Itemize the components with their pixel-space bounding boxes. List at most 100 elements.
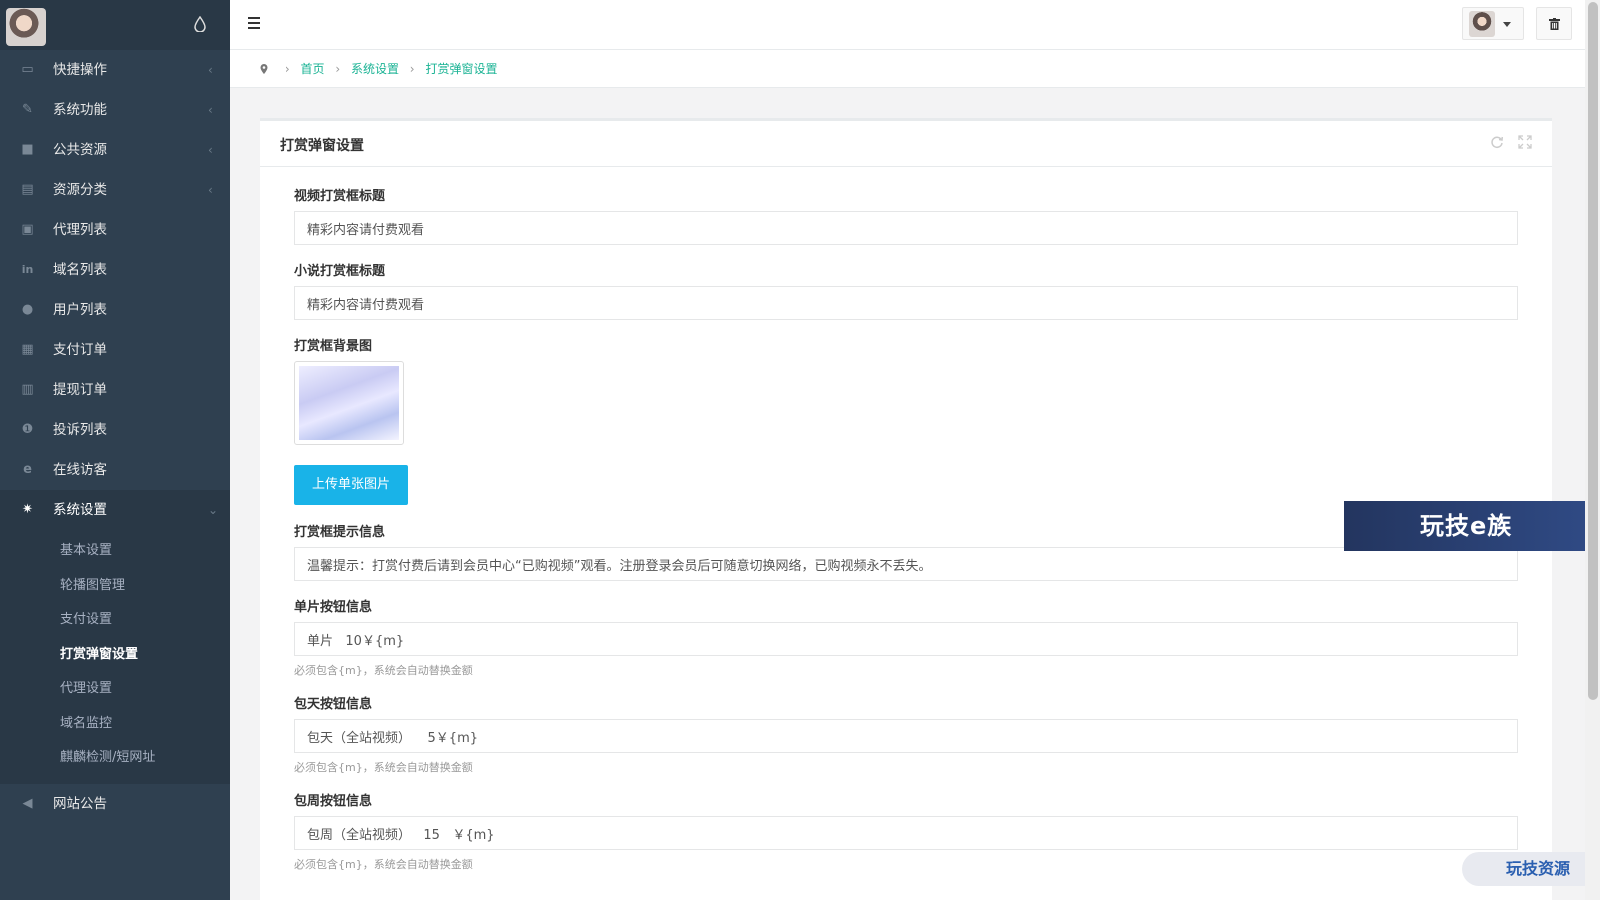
submenu-item-short-url[interactable]: 麒麟检测/短网址	[0, 741, 230, 776]
submenu-item-basic-settings[interactable]: 基本设置	[0, 534, 230, 569]
sidebar-item-resource-categories[interactable]: ▤ 资源分类 ‹	[0, 170, 230, 210]
sidebar-item-system-functions[interactable]: ✎ 系统功能 ‹	[0, 90, 230, 130]
sidebar-nav-bottom: ◀ 网站公告	[0, 784, 230, 824]
form-group-day: 包天按钮信息 必须包含{m}，系统会自动替换金额	[294, 693, 1518, 775]
gift-icon: ▣	[21, 222, 34, 237]
folder-icon: ▭	[21, 62, 34, 77]
submenu-item-agent-settings[interactable]: 代理设置	[0, 672, 230, 707]
breadcrumb-separator: ›	[409, 62, 415, 76]
sidebar-item-label: 提现订单	[53, 382, 107, 398]
bank-icon: ▥	[21, 382, 34, 397]
linkedin-icon: in	[21, 263, 34, 276]
sidebar-item-label: 资源分类	[53, 182, 107, 198]
sidebar-item-label: 支付订单	[53, 342, 107, 358]
breadcrumb-separator: ›	[284, 62, 290, 76]
megaphone-icon: ◀	[22, 795, 33, 811]
page-scrollbar[interactable]	[1585, 0, 1600, 900]
sidebar-item-label: 公共资源	[53, 142, 107, 158]
sidebar: ▭ 快捷操作 ‹ ✎ 系统功能 ‹ ■ 公共资源 ‹ ▤ 资源分类 ‹ ▣ 代理列表 in 域名列表…	[0, 0, 230, 900]
chevron-left-icon: ‹	[208, 183, 213, 197]
breadcrumb-current-link[interactable]: 打赏弹窗设置	[425, 62, 497, 76]
wrench-icon: ✎	[22, 102, 33, 117]
week-button-hint: 必须包含{m}，系统会自动替换金额	[294, 858, 473, 871]
breadcrumb-home-link[interactable]: 首页	[300, 62, 324, 76]
background-image-preview	[299, 366, 399, 440]
chevron-left-icon: ‹	[208, 143, 213, 157]
logo-avatar[interactable]	[6, 8, 46, 46]
chevron-left-icon: ‹	[208, 63, 213, 77]
submenu-item-domain-monitor[interactable]: 域名监控	[0, 707, 230, 742]
sidebar-item-label: 代理列表	[53, 222, 107, 238]
card-header: 打赏弹窗设置	[260, 121, 1552, 167]
sidebar-item-system-settings[interactable]: ✷ 系统设置 ⌄	[0, 490, 230, 530]
submenu-item-reward-popup-settings[interactable]: 打赏弹窗设置	[0, 638, 230, 673]
sidebar-item-label: 用户列表	[53, 302, 107, 318]
list-icon: ▤	[21, 182, 34, 197]
submenu-item-carousel[interactable]: 轮播图管理	[0, 569, 230, 604]
sidebar-item-label: 在线访客	[53, 462, 107, 478]
video-title-label: 视频打赏框标题	[294, 189, 386, 204]
tip-input[interactable]	[294, 547, 1518, 581]
sidebar-item-users[interactable]: ● 用户列表	[0, 290, 230, 330]
user-menu-dropdown[interactable]	[1462, 7, 1524, 40]
caret-down-icon	[1503, 22, 1511, 27]
sidebar-submenu-system-settings: 基本设置 轮播图管理 支付设置 打赏弹窗设置 代理设置 域名监控 麒麟检测/短网…	[0, 530, 230, 784]
clear-cache-button[interactable]	[1536, 7, 1572, 40]
hamburger-menu-icon[interactable]	[248, 17, 260, 29]
sidebar-item-label: 系统设置	[53, 502, 107, 518]
form-group-week: 包周按钮信息 必须包含{m}，系统会自动替换金额	[294, 790, 1518, 872]
watermark-pill: 玩技资源	[1462, 852, 1600, 886]
sidebar-item-domains[interactable]: in 域名列表	[0, 250, 230, 290]
background-image-thumbnail[interactable]	[294, 361, 404, 445]
refresh-icon[interactable]	[1490, 135, 1504, 149]
breadcrumb: › 首页 › 系统设置 › 打赏弹窗设置	[230, 50, 1585, 88]
novel-title-label: 小说打赏框标题	[294, 264, 386, 279]
droplet-icon[interactable]	[194, 16, 206, 32]
alert-icon: ❶	[21, 422, 34, 437]
day-button-label: 包天按钮信息	[294, 697, 373, 712]
sidebar-item-online-visitors[interactable]: e 在线访客	[0, 450, 230, 490]
video-title-input[interactable]	[294, 211, 1518, 245]
user-icon: ●	[21, 302, 34, 317]
form-group-novel-title: 小说打赏框标题	[294, 260, 1518, 320]
sidebar-item-public-resources[interactable]: ■ 公共资源 ‹	[0, 130, 230, 170]
single-button-input[interactable]	[294, 622, 1518, 656]
sidebar-item-label: 域名列表	[53, 262, 107, 278]
day-button-hint: 必须包含{m}，系统会自动替换金额	[294, 761, 473, 774]
form-group-video-title: 视频打赏框标题	[294, 185, 1518, 245]
sidebar-item-payment-orders[interactable]: ▦ 支付订单	[0, 330, 230, 370]
ie-icon: e	[23, 462, 32, 477]
chevron-left-icon: ‹	[208, 103, 213, 117]
sidebar-item-complaints[interactable]: ❶ 投诉列表	[0, 410, 230, 450]
novel-title-input[interactable]	[294, 286, 1518, 320]
breadcrumb-section-link[interactable]: 系统设置	[351, 62, 399, 76]
sidebar-item-label: 快捷操作	[53, 62, 107, 78]
single-button-label: 单片按钮信息	[294, 600, 373, 615]
breadcrumb-separator: ›	[335, 62, 341, 76]
sidebar-item-announcements[interactable]: ◀ 网站公告	[0, 784, 230, 824]
sidebar-item-label: 投诉列表	[53, 422, 107, 438]
sidebar-item-withdraw-orders[interactable]: ▥ 提现订单	[0, 370, 230, 410]
day-button-input[interactable]	[294, 719, 1518, 753]
submenu-item-payment-settings[interactable]: 支付设置	[0, 603, 230, 638]
single-button-hint: 必须包含{m}，系统会自动替换金额	[294, 664, 473, 677]
watermark-banner: 玩技e族	[1344, 501, 1600, 551]
sidebar-item-label: 系统功能	[53, 102, 107, 118]
form-group-single: 单片按钮信息 必须包含{m}，系统会自动替换金额	[294, 596, 1518, 678]
sidebar-header	[0, 0, 230, 50]
page-title: 打赏弹窗设置	[280, 138, 364, 154]
tip-label: 打赏框提示信息	[294, 525, 386, 540]
gear-icon: ✷	[22, 502, 33, 517]
sidebar-item-quick-actions[interactable]: ▭ 快捷操作 ‹	[0, 50, 230, 90]
avatar	[1469, 11, 1495, 37]
week-button-label: 包周按钮信息	[294, 794, 373, 809]
scrollbar-thumb[interactable]	[1588, 2, 1598, 700]
doc-icon: ▦	[21, 342, 34, 357]
week-button-input[interactable]	[294, 816, 1518, 850]
fullscreen-icon[interactable]	[1518, 135, 1532, 149]
top-bar	[230, 0, 1585, 50]
upload-image-button[interactable]: 上传单张图片	[294, 465, 408, 505]
map-pin-icon	[260, 64, 268, 74]
form-group-background: 打赏框背景图 上传单张图片	[294, 335, 1518, 505]
sidebar-item-agents[interactable]: ▣ 代理列表	[0, 210, 230, 250]
